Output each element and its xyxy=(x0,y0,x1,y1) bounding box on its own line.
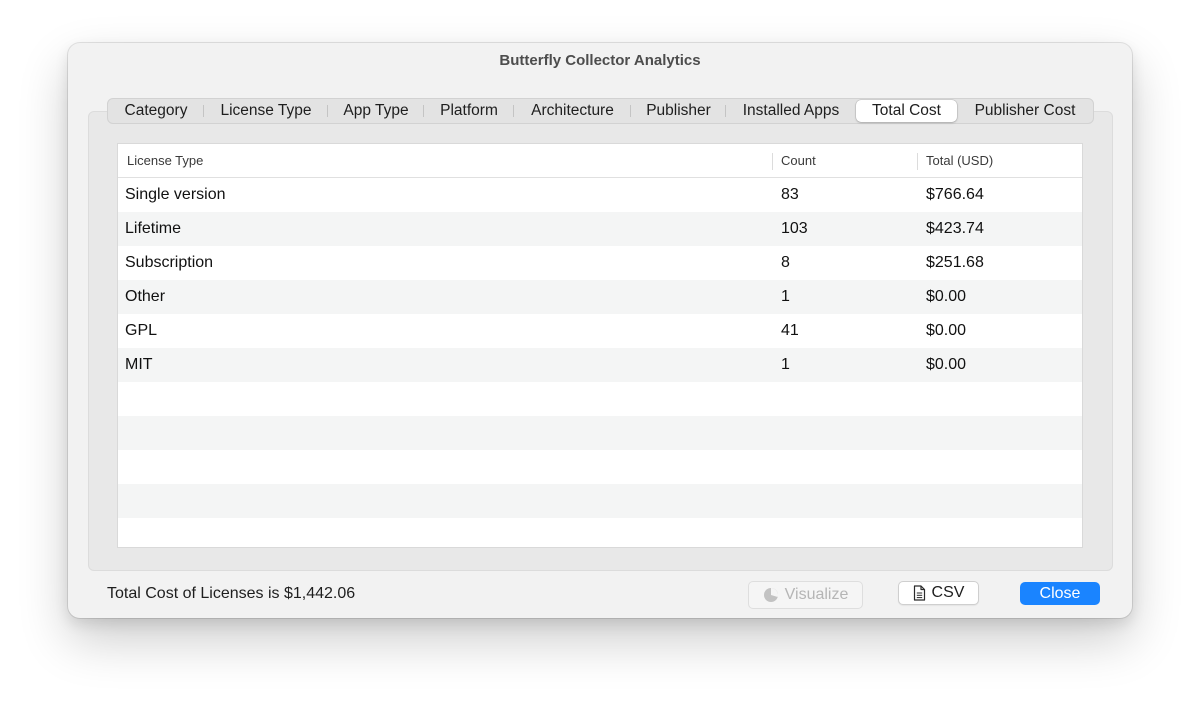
cell-total: $0.00 xyxy=(926,356,967,373)
table-row[interactable]: Subscription 8 $251.68 xyxy=(118,246,1082,280)
cell-license-type: MIT xyxy=(125,356,153,373)
cell-license-type: GPL xyxy=(125,322,158,339)
table-row[interactable]: Single version 83 $766.64 xyxy=(118,178,1082,212)
column-header-license-type[interactable]: License Type xyxy=(127,144,203,177)
cell-count: 41 xyxy=(781,322,799,339)
tab-total-cost[interactable]: Total Cost xyxy=(856,100,957,122)
column-header-total[interactable]: Total (USD) xyxy=(926,144,993,177)
visualize-button[interactable]: Visualize xyxy=(748,581,863,609)
tab-license-type[interactable]: License Type xyxy=(204,100,328,122)
cell-total: $251.68 xyxy=(926,254,984,271)
document-icon xyxy=(913,585,926,601)
column-divider xyxy=(772,153,773,170)
window-title: Butterfly Collector Analytics xyxy=(499,52,701,69)
cell-total: $423.74 xyxy=(926,220,984,237)
tab-architecture[interactable]: Architecture xyxy=(514,100,631,122)
table-body: Single version 83 $766.64 Lifetime 103 $… xyxy=(118,178,1082,547)
table-row-empty xyxy=(118,484,1082,518)
table-row-empty xyxy=(118,518,1082,547)
cell-license-type: Other xyxy=(125,288,166,305)
close-button[interactable]: Close xyxy=(1020,582,1100,605)
cell-count: 8 xyxy=(781,254,790,271)
table-row-empty xyxy=(118,416,1082,450)
table-header: License Type Count Total (USD) xyxy=(118,144,1082,178)
tab-platform[interactable]: Platform xyxy=(424,100,514,122)
cell-count: 1 xyxy=(781,288,790,305)
table-row[interactable]: GPL 41 $0.00 xyxy=(118,314,1082,348)
cell-license-type: Lifetime xyxy=(125,220,182,237)
table-row-empty xyxy=(118,382,1082,416)
csv-button-label: CSV xyxy=(931,584,965,601)
tab-publisher[interactable]: Publisher xyxy=(631,100,726,122)
table-row-empty xyxy=(118,450,1082,484)
cell-total: $766.64 xyxy=(926,186,984,203)
table-row[interactable]: Lifetime 103 $423.74 xyxy=(118,212,1082,246)
cell-count: 1 xyxy=(781,356,790,373)
cell-count: 103 xyxy=(781,220,808,237)
column-divider xyxy=(917,153,918,170)
cell-license-type: Subscription xyxy=(125,254,214,271)
tab-category[interactable]: Category xyxy=(108,100,204,122)
cell-total: $0.00 xyxy=(926,322,967,339)
tab-publisher-cost[interactable]: Publisher Cost xyxy=(957,100,1093,122)
license-cost-table[interactable]: License Type Count Total (USD) Single ve… xyxy=(117,143,1083,548)
cell-total: $0.00 xyxy=(926,288,967,305)
table-row[interactable]: MIT 1 $0.00 xyxy=(118,348,1082,382)
visualize-button-label: Visualize xyxy=(784,586,849,603)
tab-installed-apps[interactable]: Installed Apps xyxy=(726,100,856,122)
column-header-count[interactable]: Count xyxy=(781,144,816,177)
tab-app-type[interactable]: App Type xyxy=(328,100,424,122)
tab-bar: Category License Type App Type Platform … xyxy=(107,98,1094,124)
table-row[interactable]: Other 1 $0.00 xyxy=(118,280,1082,314)
total-cost-summary: Total Cost of Licenses is $1,442.06 xyxy=(107,585,356,602)
analytics-window: Butterfly Collector Analytics Category L… xyxy=(68,43,1132,618)
cell-license-type: Single version xyxy=(125,186,226,203)
csv-export-button[interactable]: CSV xyxy=(898,581,979,605)
cell-count: 83 xyxy=(781,186,799,203)
pie-chart-icon xyxy=(763,587,779,603)
